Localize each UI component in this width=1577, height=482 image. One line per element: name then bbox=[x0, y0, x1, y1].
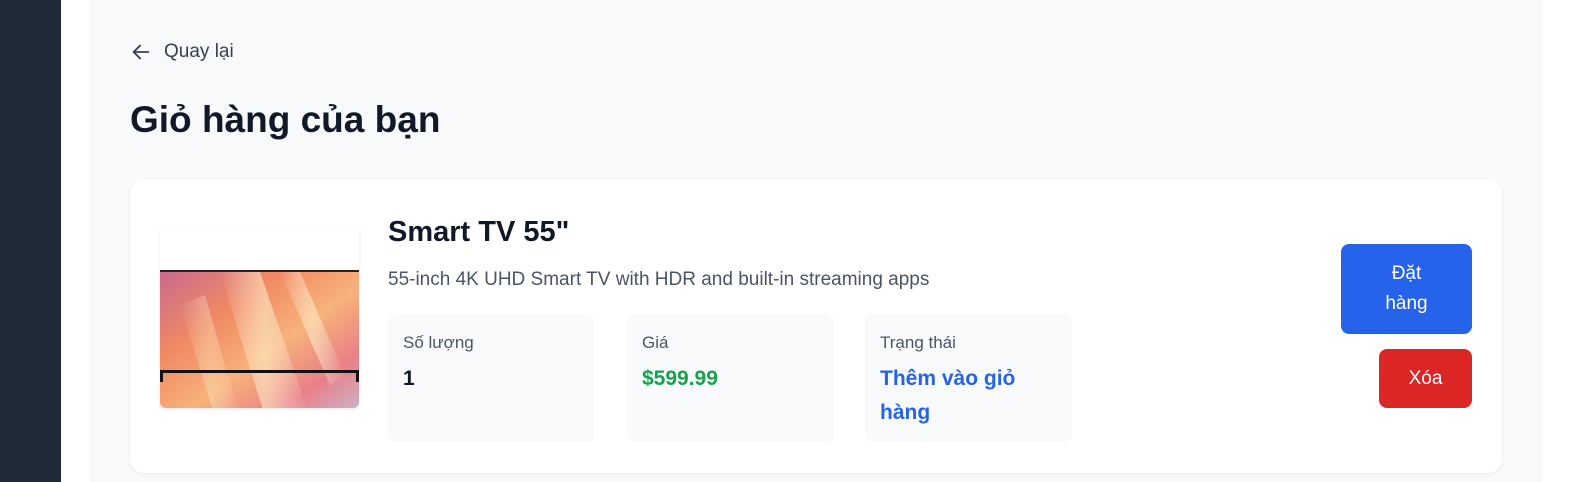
quantity-label: Số lượng bbox=[403, 333, 474, 352]
quantity-value: 1 bbox=[403, 367, 415, 390]
delete-button[interactable]: Xóa bbox=[1379, 349, 1472, 408]
place-order-button[interactable]: Đặt hàng bbox=[1341, 244, 1472, 334]
product-description: 55-inch 4K UHD Smart TV with HDR and bui… bbox=[388, 269, 930, 290]
price-value: $599.99 bbox=[642, 367, 718, 390]
arrow-left-icon bbox=[132, 44, 150, 60]
product-image bbox=[160, 225, 359, 408]
status-label: Trạng thái bbox=[880, 333, 956, 352]
back-link-label: Quay lại bbox=[164, 41, 234, 62]
status-value: Thêm vào giỏ hàng bbox=[880, 367, 1016, 424]
sidebar-gap bbox=[61, 0, 90, 482]
price-box: Giá $599.99 bbox=[627, 314, 834, 442]
sidebar bbox=[0, 0, 61, 482]
right-margin bbox=[1542, 0, 1577, 482]
cart-item-card: Smart TV 55" 55-inch 4K UHD Smart TV wit… bbox=[130, 180, 1502, 473]
price-label: Giá bbox=[642, 333, 669, 352]
status-box: Trạng thái Thêm vào giỏ hàng bbox=[865, 314, 1072, 442]
quantity-box: Số lượng 1 bbox=[388, 314, 595, 442]
page-title: Giỏ hàng của bạn bbox=[130, 99, 441, 140]
back-link[interactable]: Quay lại bbox=[130, 38, 234, 66]
product-name: Smart TV 55" bbox=[388, 216, 570, 248]
